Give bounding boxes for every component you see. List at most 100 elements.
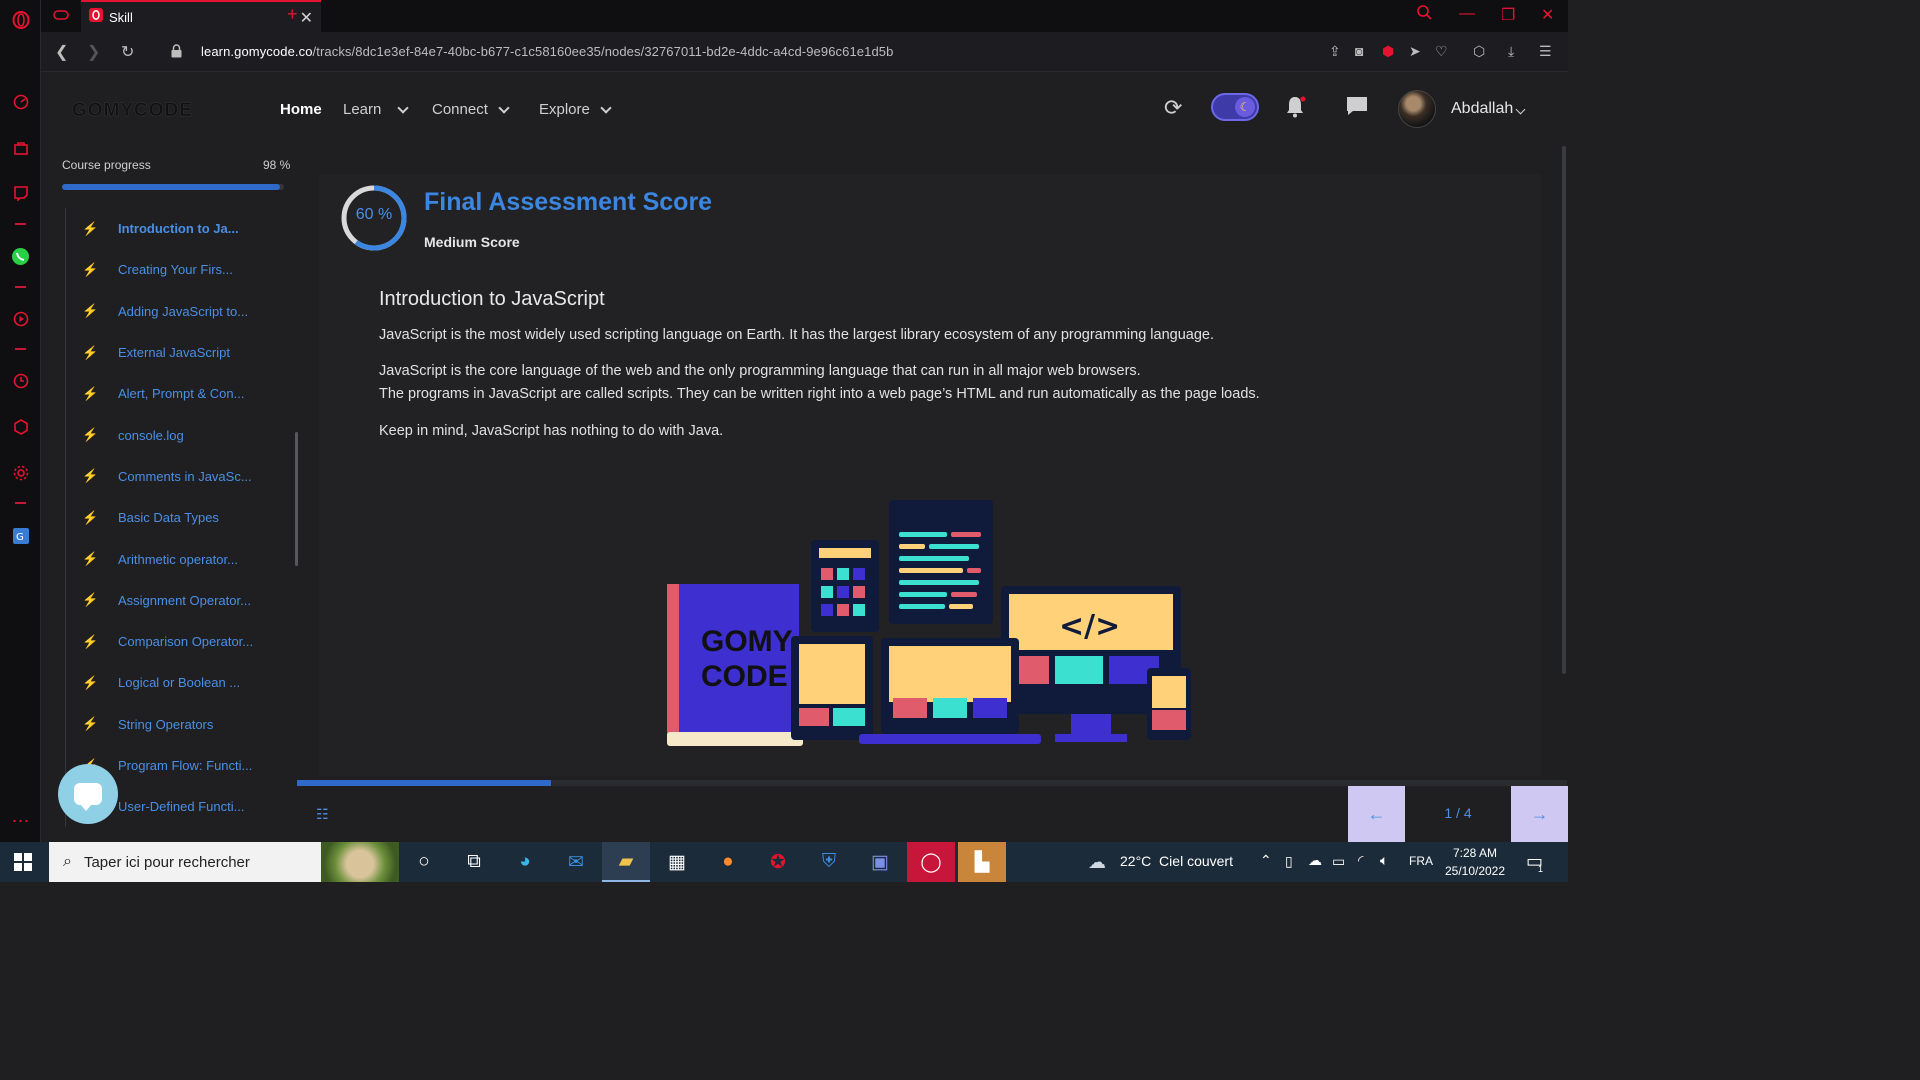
nav-explore[interactable]: Explore [539, 101, 612, 118]
lesson-label: Basic Data Types [118, 510, 219, 526]
game-controller-icon[interactable] [53, 7, 69, 28]
username[interactable]: Abdallah [1451, 100, 1526, 118]
bolt-icon: ⚡ [82, 716, 99, 732]
sidebar-lesson-item[interactable]: ⚡ Creating Your Firs... [66, 249, 275, 290]
history-icon[interactable] [11, 371, 30, 390]
more-icon[interactable]: ⋯ [11, 811, 30, 831]
bolt-icon: ⚡ [82, 468, 99, 484]
sidebar-lesson-item[interactable]: ⚡ Alert, Prompt & Con... [66, 373, 275, 414]
cube-icon[interactable]: ⬡ [1473, 43, 1485, 60]
mail-icon[interactable]: ✉ [552, 842, 600, 882]
onedrive-icon[interactable]: ☁ [1308, 852, 1322, 869]
player-icon[interactable] [11, 309, 30, 328]
close-tab-icon[interactable]: ✕ [300, 8, 313, 28]
weather-cloud-icon[interactable]: ☁ [1088, 852, 1106, 873]
share-icon[interactable]: ⇪ [1329, 43, 1341, 60]
sidebar-lesson-item[interactable]: ⚡ Basic Data Types [66, 497, 275, 538]
opera-taskbar-icon[interactable]: ◯ [907, 842, 955, 882]
sidebar-lesson-item[interactable]: ⚡ Assignment Operator... [66, 580, 275, 621]
volume-icon[interactable]: 🔈︎ [1380, 852, 1388, 869]
task-view-icon[interactable]: ⧉ [450, 842, 498, 882]
bell-icon[interactable] [1284, 95, 1306, 125]
teams-icon[interactable]: ▣ [856, 842, 904, 882]
nav-connect[interactable]: Connect [432, 101, 510, 118]
gomycode-logo[interactable]: GOMYCODE [72, 100, 193, 122]
shopping-icon[interactable] [11, 138, 30, 157]
search-placeholder: Taper ici pour rechercher [83, 853, 250, 871]
search-icon: ⌕ [63, 853, 72, 870]
cortana-icon[interactable]: ○ [400, 842, 448, 882]
shield-icon[interactable]: ⬢ [1382, 43, 1394, 60]
show-hidden-icons[interactable]: ⌃ [1260, 852, 1272, 869]
lesson-label: External JavaScript [118, 345, 230, 361]
battery-icon[interactable]: ▭ [1332, 853, 1345, 870]
messages-icon[interactable] [1345, 95, 1369, 123]
reload-icon[interactable]: ↻ [121, 42, 134, 62]
back-icon[interactable]: ❮ [55, 42, 68, 62]
sidebar-lesson-item[interactable]: ⚡ String Operators [66, 704, 275, 745]
new-tab-icon[interactable]: + [287, 4, 298, 25]
chevron-down-icon [1515, 104, 1526, 115]
sync-icon[interactable]: ⟳ [1164, 95, 1182, 121]
opera-tab-icon [89, 7, 103, 27]
taskbar-search[interactable]: ⌕ Taper ici pour rechercher [49, 842, 399, 882]
sticky-app-icon[interactable]: ▙ [958, 842, 1006, 882]
language-indicator[interactable]: FRA [1409, 854, 1433, 868]
translate-icon[interactable]: G [11, 526, 30, 545]
url-field[interactable]: learn.gomycode.co/tracks/8dc1e3ef-84e7-4… [201, 44, 893, 59]
outline-list-icon[interactable]: ☷ [316, 806, 329, 823]
bolt-icon: ⚡ [82, 509, 99, 525]
wifi-icon[interactable]: ◜ [1358, 852, 1363, 869]
search-tabs-icon[interactable] [1417, 5, 1432, 25]
heart-icon[interactable]: ♡ [1435, 43, 1448, 60]
store-icon[interactable]: ▦ [653, 842, 701, 882]
sidebar-lesson-item[interactable]: ⚡ Comparison Operator... [66, 621, 275, 662]
nav-home[interactable]: Home [280, 101, 322, 118]
lesson-label: Assignment Operator... [118, 592, 251, 608]
chevron-down-icon [600, 101, 612, 114]
forward-icon[interactable]: ❯ [87, 42, 100, 62]
clock[interactable]: 7:28 AM 25/10/2022 [1440, 844, 1510, 880]
lesson-label: Creating Your Firs... [118, 262, 233, 278]
sidebar-scrollbar[interactable] [295, 432, 298, 566]
sidebar-lesson-item[interactable]: ⚡ External JavaScript [66, 332, 275, 373]
sidebar-lesson-item[interactable]: ⚡ Comments in JavaSc... [66, 456, 275, 497]
sidebar-lesson-item[interactable]: ⚡ console.log [66, 414, 275, 455]
next-button[interactable]: → [1511, 786, 1568, 842]
chat-widget-button[interactable] [58, 764, 118, 824]
page-scrollbar[interactable] [1562, 146, 1566, 674]
file-explorer-icon[interactable]: ▰ [602, 842, 650, 882]
screen: G ⋯ Skill ✕ + — ❐ ✕ ❮ ❯ ↻ learn.gomycode… [0, 0, 1568, 882]
settings-icon[interactable] [11, 463, 30, 482]
weather-text[interactable]: 22°C Ciel couvert [1120, 853, 1233, 869]
minimize-icon[interactable]: — [1459, 5, 1475, 23]
nav-learn[interactable]: Learn [343, 101, 410, 118]
easy-setup-icon[interactable]: ☰ [1539, 43, 1552, 60]
camera-icon[interactable]: ◙ [1355, 43, 1363, 59]
windows-start-icon[interactable] [14, 853, 32, 871]
download-icon[interactable]: ⤓ [1508, 43, 1514, 60]
restore-icon[interactable]: ❐ [1501, 5, 1515, 25]
whatsapp-icon[interactable] [11, 247, 30, 266]
bolt-icon: ⚡ [82, 633, 99, 649]
extensions-icon[interactable] [11, 417, 30, 436]
speed-dial-icon[interactable] [11, 92, 30, 111]
edge-icon[interactable]: ◕ [501, 842, 549, 882]
firefox-icon[interactable]: ● [704, 842, 752, 882]
avatar[interactable] [1398, 90, 1436, 128]
vpn-shield-icon[interactable]: ⛨ [805, 842, 853, 882]
page-counter: 1 / 4 [1444, 805, 1472, 821]
dark-mode-toggle[interactable]: ☾ [1211, 93, 1259, 121]
meet-icon[interactable]: ▯ [1285, 853, 1293, 870]
close-window-icon[interactable]: ✕ [1541, 5, 1554, 25]
sidebar-lesson-item[interactable]: ⚡ Adding JavaScript to... [66, 291, 275, 332]
sidebar-lesson-item[interactable]: ⚡ Arithmetic operator... [66, 538, 275, 579]
antivirus-icon[interactable]: ✪ [754, 842, 802, 882]
opera-menu-icon[interactable] [11, 10, 30, 29]
sidebar-lesson-item[interactable]: ⚡ Logical or Boolean ... [66, 662, 275, 703]
sidebar-lesson-item[interactable]: ⚡ Introduction to Ja... [66, 208, 275, 249]
send-icon[interactable]: ➤ [1409, 43, 1421, 60]
twitch-icon[interactable] [11, 183, 30, 202]
previous-button[interactable]: ← [1348, 786, 1405, 842]
tab-skill[interactable]: Skill ✕ [81, 0, 321, 32]
